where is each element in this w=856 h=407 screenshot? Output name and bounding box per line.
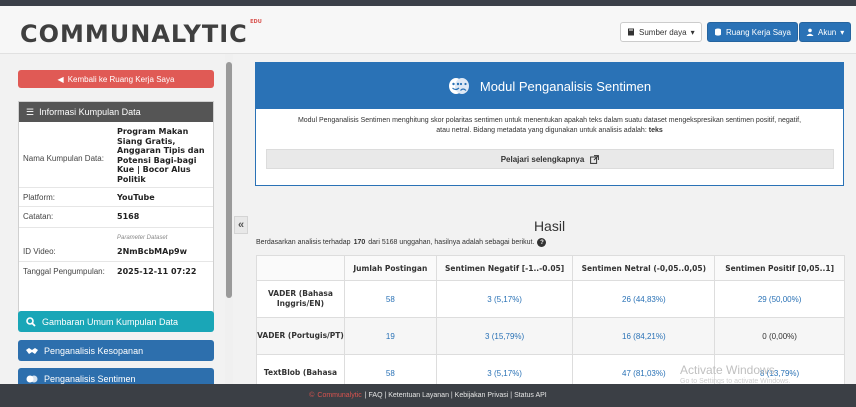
dataset-info-panel: ☰ Informasi Kumpulan Data Nama Kumpulan … — [18, 101, 214, 318]
table-row: VADER (Portugis/PT) 19 3 (15,79%) 16 (84… — [256, 317, 845, 355]
row-model: VADER (Bahasa Inggris/EN) — [256, 280, 345, 318]
column-header — [256, 255, 345, 281]
caret-down-icon: ▾ — [690, 27, 695, 37]
results-summary: Berdasarkan analisis terhadap 170 dari 5… — [256, 238, 547, 247]
dataset-info-header: ☰ Informasi Kumpulan Data — [19, 102, 213, 122]
nav-politeness-analyzer[interactable]: Penganalisis Kesopanan — [18, 340, 214, 361]
results-title: Hasil — [533, 218, 566, 234]
cell-positive: 0 (0,00%) — [714, 317, 845, 355]
learn-more-button[interactable]: Pelajari selengkapnya — [266, 149, 834, 169]
cell-negative[interactable]: 3 (15,79%) — [435, 317, 574, 355]
handshake-icon — [26, 347, 38, 354]
cell-positive[interactable]: 29 (50,00%) — [714, 280, 845, 318]
user-icon — [806, 28, 814, 36]
results-summary-text: dari 5168 unggahan, hasilnya adalah seba… — [368, 239, 535, 246]
cell-posts[interactable]: 19 — [343, 317, 437, 355]
dataset-parameter-note: Parameter Dataset — [117, 235, 168, 241]
database-icon — [715, 28, 721, 36]
module-title: Modul Penganalisis Sentimen — [479, 78, 652, 94]
video-id-value: 2NmBcbMAp9w — [117, 247, 187, 256]
column-header-posts: Jumlah Postingan — [343, 255, 437, 281]
module-description-line1: Modul Penganalisis Sentimen menghitung s… — [297, 117, 802, 124]
activation-watermark: Activate Windows — [680, 363, 775, 377]
divider — [19, 261, 213, 262]
back-to-workspace-button[interactable]: ◀ Kembali ke Ruang Kerja Saya — [18, 70, 214, 88]
table-row: VADER (Bahasa Inggris/EN) 58 3 (5,17%) 2… — [256, 280, 845, 318]
learn-more-label: Pelajari selengkapnya — [500, 154, 585, 164]
sidebar-scrollbar-thumb[interactable] — [226, 62, 232, 298]
book-icon — [628, 28, 634, 36]
results-summary-count: 170 — [353, 239, 366, 246]
cell-neutral[interactable]: 26 (44,83%) — [572, 280, 716, 318]
results-summary-prefix: Berdasarkan analisis terhadap — [256, 239, 351, 246]
divider — [19, 227, 213, 228]
divider — [19, 206, 213, 207]
copyright-symbol: © — [309, 392, 315, 399]
module-description-field: teks — [648, 126, 663, 134]
sidebar: ◀ Kembali ke Ruang Kerja Saya ☰ Informas… — [10, 54, 236, 384]
double-chevron-left-icon: « — [237, 219, 245, 231]
module-header: Modul Penganalisis Sentimen — [256, 63, 843, 109]
column-header-neutral: Sentimen Netral (-0,05..0,05) — [572, 255, 716, 281]
records-value: 5168 — [117, 212, 140, 221]
back-label: Kembali ke Ruang Kerja Saya — [67, 74, 175, 84]
logo-badge: EDU — [250, 19, 262, 25]
collection-date-label: Tanggal Pengumpulan: — [23, 267, 105, 276]
header: COMMUNALYTIC EDU Sumber daya ▾ Ruang Ker… — [0, 6, 856, 54]
records-label: Catatan: — [23, 212, 54, 221]
footer-links[interactable]: | FAQ | Ketentuan Layanan | Kebijakan Pr… — [365, 392, 547, 399]
dataset-name-label: Nama Kumpulan Data: — [23, 154, 104, 163]
help-icon[interactable]: ? — [537, 238, 547, 247]
list-icon: ☰ — [26, 106, 35, 117]
cell-posts[interactable]: 58 — [343, 280, 437, 318]
collection-date-value: 2025-12-11 07:22 — [117, 267, 197, 276]
logo-text: COMMUNALYTIC — [20, 20, 248, 48]
nav-dataset-overview[interactable]: Gambaran Umum Kumpulan Data — [18, 311, 214, 332]
account-label: Akun — [818, 27, 837, 37]
arrow-left-icon: ◀ — [57, 74, 64, 84]
module-description: Modul Penganalisis Sentimen menghitung s… — [256, 109, 843, 135]
cell-neutral[interactable]: 16 (84,21%) — [572, 317, 716, 355]
platform-label: Platform: — [23, 193, 56, 202]
logo[interactable]: COMMUNALYTIC EDU — [20, 19, 262, 48]
nav-politeness-analyzer-label: Penganalisis Kesopanan — [44, 345, 144, 356]
nav-sentiment-analyzer[interactable]: Penganalisis Sentimen — [18, 368, 214, 384]
table-header-row: Jumlah Postingan Sentimen Negatif [-1..-… — [256, 255, 845, 281]
dataset-name-value: Program Makan Siang Gratis, Anggaran Tip… — [117, 127, 205, 184]
search-icon — [26, 316, 36, 327]
row-model: VADER (Portugis/PT) — [256, 317, 345, 355]
footer-brand-link[interactable]: Communalytic — [317, 392, 361, 399]
dataset-info-title: Informasi Kumpulan Data — [39, 107, 141, 117]
account-dropdown[interactable]: Akun ▾ — [799, 22, 852, 42]
nav-sentiment-analyzer-label: Penganalisis Sentimen — [44, 373, 136, 384]
divider — [19, 187, 213, 188]
caret-down-icon: ▾ — [840, 27, 845, 37]
collapse-sidebar-button[interactable]: « — [234, 216, 248, 234]
resources-label: Sumber daya — [639, 27, 687, 37]
video-id-label: ID Video: — [23, 247, 56, 256]
footer: © Communalytic | FAQ | Ketentuan Layanan… — [0, 384, 856, 407]
nav-dataset-overview-label: Gambaran Umum Kumpulan Data — [42, 316, 179, 327]
column-header-negative: Sentimen Negatif [-1..-0.05] — [435, 255, 574, 281]
external-link-icon — [590, 154, 600, 164]
platform-value: YouTube — [117, 193, 155, 202]
workspace-button[interactable]: Ruang Kerja Saya — [707, 22, 798, 42]
cell-negative[interactable]: 3 (5,17%) — [435, 280, 574, 318]
sentiment-module-panel: Modul Penganalisis Sentimen Modul Pengan… — [255, 62, 844, 186]
theater-masks-icon — [448, 78, 469, 94]
theater-masks-icon — [26, 375, 38, 382]
resources-dropdown[interactable]: Sumber daya ▾ — [620, 22, 702, 42]
column-header-positive: Sentimen Positif [0,05..1] — [714, 255, 845, 281]
module-description-line2: atau netral. Bidang metadata yang diguna… — [436, 126, 647, 134]
workspace-label: Ruang Kerja Saya — [726, 27, 791, 37]
